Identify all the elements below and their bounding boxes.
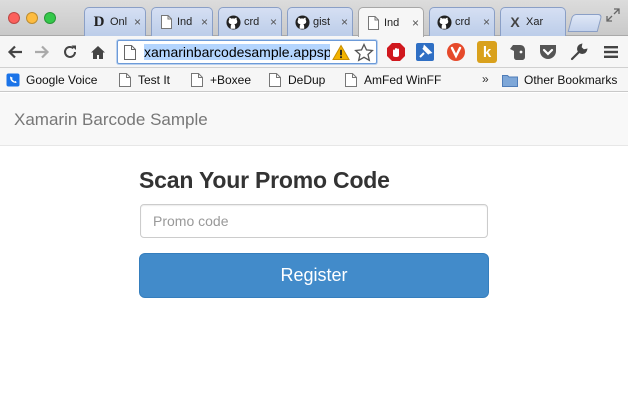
- bookmark-label: Google Voice: [26, 73, 98, 87]
- page-heading: Scan Your Promo Code: [139, 167, 390, 193]
- github-icon: [225, 14, 241, 30]
- tab-title: crd: [244, 16, 260, 28]
- page-icon: [345, 73, 357, 87]
- tab-title: crd: [455, 16, 471, 28]
- address-bar[interactable]: xamarinbarcodesample.appspot.com: [117, 40, 377, 64]
- pocket-icon: [540, 45, 556, 59]
- tab-close-icon[interactable]: ×: [341, 15, 348, 29]
- reload-button[interactable]: [60, 42, 80, 62]
- tab-close-icon[interactable]: ×: [483, 15, 490, 29]
- github-icon: [436, 14, 452, 30]
- page-icon: [158, 14, 174, 30]
- tab-1[interactable]: Ind ×: [151, 7, 213, 36]
- tab-strip: D Onl × Ind × crd × gist × Ind × crd × X…: [0, 0, 628, 37]
- tab-close-icon[interactable]: ×: [201, 15, 208, 29]
- tab-6[interactable]: X Xar: [500, 7, 566, 36]
- page-icon: [365, 15, 381, 31]
- stop-hand-icon: [387, 43, 405, 61]
- bookmark-star-icon[interactable]: [354, 43, 374, 62]
- google-voice-icon: [6, 73, 20, 87]
- tab-close-icon[interactable]: ×: [412, 16, 419, 30]
- bookmark-label: Test It: [138, 73, 171, 87]
- other-bookmarks-label: Other Bookmarks: [524, 73, 618, 87]
- vivaldi-extension-button[interactable]: [445, 41, 467, 63]
- tab-0[interactable]: D Onl ×: [84, 7, 146, 36]
- page-icon: [124, 45, 136, 60]
- new-tab-button[interactable]: [567, 14, 603, 32]
- navbar-brand[interactable]: Xamarin Barcode Sample: [14, 110, 208, 130]
- tools-extension-button[interactable]: [568, 41, 590, 63]
- tab-title: Ind: [177, 16, 193, 28]
- k-extension-button[interactable]: k: [477, 41, 497, 63]
- tab-title: Ind: [384, 16, 400, 29]
- home-icon: [91, 45, 105, 59]
- site-navbar: Xamarin Barcode Sample: [0, 93, 628, 146]
- tab-title: Xar: [526, 16, 544, 28]
- tab-title: gist: [313, 16, 331, 28]
- elephant-icon: [510, 45, 525, 60]
- reload-icon: [64, 45, 76, 58]
- forward-arrow-icon: [35, 45, 50, 59]
- bookmark-label: DeDup: [288, 73, 326, 87]
- pin-extension-button[interactable]: [414, 41, 436, 63]
- tab-3[interactable]: gist ×: [287, 7, 353, 36]
- page-icon: [119, 73, 131, 87]
- fullscreen-icon[interactable]: [606, 8, 620, 22]
- bookmark-label: AmFed WinFF: [364, 73, 442, 87]
- tab-5[interactable]: crd ×: [429, 7, 495, 36]
- bookmarks-overflow-chevron[interactable]: »: [482, 72, 489, 86]
- wrench-icon: [570, 43, 588, 61]
- minimize-window-button[interactable]: [26, 12, 38, 24]
- d-letter-icon: D: [93, 13, 105, 30]
- promo-code-input[interactable]: [140, 204, 488, 238]
- tab-title: Onl: [110, 16, 128, 28]
- pushpin-icon: [416, 43, 434, 61]
- forward-button[interactable]: [32, 42, 52, 62]
- page-icon: [191, 73, 203, 87]
- bookmark-boxee[interactable]: +Boxee: [190, 72, 251, 88]
- other-bookmarks-folder[interactable]: Other Bookmarks: [502, 72, 617, 88]
- red-circle-v-icon: [447, 43, 465, 61]
- evernote-extension-button[interactable]: [507, 41, 529, 63]
- close-window-button[interactable]: [8, 12, 20, 24]
- k-letter-icon: k: [482, 43, 492, 61]
- chrome-menu-button[interactable]: [600, 41, 622, 63]
- back-button[interactable]: [5, 42, 25, 62]
- pocket-extension-button[interactable]: [537, 41, 559, 63]
- folder-icon: [502, 75, 518, 87]
- back-arrow-icon: [7, 45, 22, 59]
- bookmarks-bar: Google Voice Test It +Boxee DeDup AmFed …: [0, 68, 628, 92]
- bookmark-dedup[interactable]: DeDup: [268, 72, 325, 88]
- tabs: D Onl × Ind × crd × gist × Ind × crd × X…: [78, 7, 598, 37]
- page-icon: [269, 73, 281, 87]
- promo-form: Scan Your Promo Code Register: [139, 166, 489, 298]
- tab-2[interactable]: crd ×: [218, 7, 282, 36]
- bookmark-test-it[interactable]: Test It: [118, 72, 170, 88]
- warning-icon[interactable]: [332, 44, 350, 61]
- bookmark-amfed-winff[interactable]: AmFed WinFF: [344, 72, 441, 88]
- address-text[interactable]: xamarinbarcodesample.appspot.com: [144, 44, 330, 61]
- zoom-window-button[interactable]: [44, 12, 56, 24]
- register-button[interactable]: Register: [139, 253, 489, 298]
- address-value: xamarinbarcodesample.appspot.com: [144, 44, 330, 60]
- bookmark-google-voice[interactable]: Google Voice: [6, 72, 97, 88]
- window-controls: [8, 12, 56, 24]
- adblock-extension-button[interactable]: [385, 41, 407, 63]
- hamburger-menu-icon: [604, 46, 618, 58]
- github-icon: [294, 14, 310, 30]
- tab-close-icon[interactable]: ×: [270, 15, 277, 29]
- x-letter-icon: X: [510, 14, 520, 30]
- home-button[interactable]: [88, 42, 108, 62]
- tab-4-active[interactable]: Ind ×: [358, 7, 424, 37]
- browser-toolbar: xamarinbarcodesample.appspot.com k: [0, 36, 628, 68]
- bookmark-label: +Boxee: [210, 73, 252, 87]
- tab-close-icon[interactable]: ×: [134, 15, 141, 29]
